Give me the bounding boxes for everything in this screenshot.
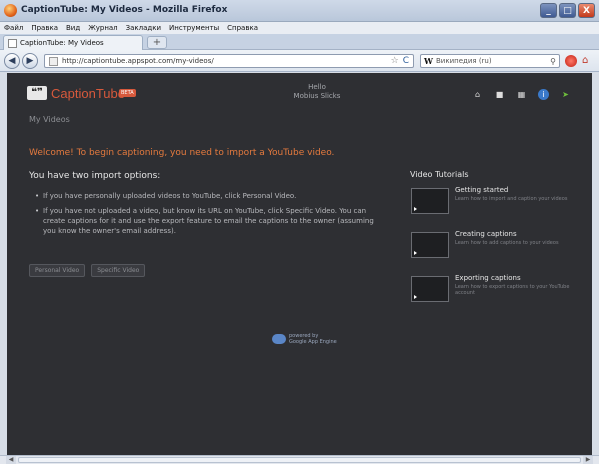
window-controls: _ □ X <box>540 3 595 18</box>
tab-my-videos[interactable]: CaptionTube: My Videos <box>3 35 143 50</box>
import-options-heading: You have two import options: <box>29 171 161 181</box>
menu-file[interactable]: Файл <box>4 24 23 32</box>
tutorial-thumbnail[interactable] <box>411 232 449 258</box>
logo-caption: Caption <box>51 86 96 101</box>
menu-bar: Файл Правка Вид Журнал Закладки Инструме… <box>0 22 599 34</box>
search-bar[interactable]: W Википедия (ru) ⚲ <box>420 54 560 68</box>
menu-bookmarks[interactable]: Закладки <box>126 24 161 32</box>
tutorial-title[interactable]: Getting started <box>455 186 508 194</box>
personal-video-button[interactable]: Personal Video <box>29 264 86 277</box>
tutorial-item[interactable]: Getting started Learn how to import and … <box>410 186 590 230</box>
minimize-button[interactable]: _ <box>540 3 557 18</box>
page-favicon-icon <box>8 38 17 48</box>
tutorial-thumbnail[interactable] <box>411 188 449 214</box>
tab-bar: CaptionTube: My Videos + <box>0 34 599 50</box>
url-bar[interactable]: http://captiontube.appspot.com/my-videos… <box>44 54 414 68</box>
tutorial-thumbnail[interactable] <box>411 276 449 302</box>
tutorial-item[interactable]: Exporting captions Learn how to export c… <box>410 274 590 318</box>
site-header: ❝❞ CaptionTube BETA Hello Mobius Slicks … <box>7 73 592 113</box>
reload-button[interactable]: C <box>403 56 409 66</box>
powered-by-brand: Google App Engine <box>289 339 337 345</box>
maximize-button[interactable]: □ <box>559 3 576 18</box>
list-item: If you have not uploaded a video, but kn… <box>35 206 385 236</box>
import-buttons: Personal Video Specific Video <box>29 264 146 277</box>
menu-history[interactable]: Журнал <box>88 24 117 32</box>
tutorial-description: Learn how to add captions to your videos <box>455 240 559 246</box>
menu-help[interactable]: Справка <box>227 24 258 32</box>
window-titlebar: CaptionTube: My Videos - Mozilla Firefox… <box>0 0 599 22</box>
import-options-list: If you have personally uploaded videos t… <box>35 191 385 241</box>
specific-video-button[interactable]: Specific Video <box>91 264 146 277</box>
search-engine-icon[interactable]: W <box>424 56 433 66</box>
back-button[interactable]: ◀ <box>4 53 20 69</box>
stop-icon[interactable]: ■ <box>494 89 505 100</box>
web-page: ❝❞ CaptionTube BETA Hello Mobius Slicks … <box>7 73 592 455</box>
scrollbar-thumb[interactable] <box>18 457 581 463</box>
signout-icon[interactable]: ➤ <box>560 89 571 100</box>
powered-by-badge[interactable]: powered by Google App Engine <box>272 333 337 345</box>
navigation-toolbar: ◀ ▶ http://captiontube.appspot.com/my-vi… <box>0 50 599 72</box>
scroll-left-icon[interactable]: ◀ <box>6 456 16 464</box>
beta-badge: BETA <box>119 89 136 97</box>
greeting-text: Hello <box>308 83 326 91</box>
tab-label: CaptionTube: My Videos <box>20 39 104 47</box>
window-title: CaptionTube: My Videos - Mozilla Firefox <box>21 5 228 15</box>
info-icon[interactable]: i <box>538 89 549 100</box>
search-icon[interactable]: ⚲ <box>550 57 556 66</box>
tutorial-description: Learn how to export captions to your You… <box>455 284 570 296</box>
url-text: http://captiontube.appspot.com/my-videos… <box>62 57 214 65</box>
home-icon[interactable]: ⌂ <box>472 89 483 100</box>
menu-tools[interactable]: Инструменты <box>169 24 219 32</box>
tutorials-heading: Video Tutorials <box>410 170 469 179</box>
list-item: If you have personally uploaded videos t… <box>35 191 385 201</box>
welcome-message: Welcome! To begin captioning, you need t… <box>29 148 335 158</box>
tutorial-title[interactable]: Creating captions <box>455 230 517 238</box>
tutorial-item[interactable]: Creating captions Learn how to add capti… <box>410 230 590 274</box>
addon-icon[interactable] <box>565 55 577 67</box>
delete-icon[interactable]: ▦ <box>516 89 527 100</box>
user-name: Mobius Slicks <box>293 92 341 100</box>
site-logo[interactable]: CaptionTube <box>51 86 125 101</box>
forward-button[interactable]: ▶ <box>22 53 38 69</box>
app-engine-icon <box>272 334 286 344</box>
user-greeting: Hello Mobius Slicks <box>267 83 367 101</box>
site-identity-icon <box>49 56 58 66</box>
scroll-right-icon[interactable]: ▶ <box>583 456 593 464</box>
search-input[interactable]: Википедия (ru) <box>436 57 492 65</box>
menu-edit[interactable]: Правка <box>31 24 58 32</box>
page-title: My Videos <box>29 115 70 124</box>
horizontal-scrollbar[interactable]: ◀ ▶ <box>0 455 599 464</box>
bookmark-star-icon[interactable]: ☆ <box>391 56 399 66</box>
tutorial-title[interactable]: Exporting captions <box>455 274 521 282</box>
menu-view[interactable]: Вид <box>66 24 80 32</box>
new-tab-button[interactable]: + <box>147 36 167 49</box>
firefox-icon <box>4 4 17 17</box>
tutorial-description: Learn how to import and caption your vid… <box>455 196 568 202</box>
powered-by-text: powered by Google App Engine <box>289 333 337 345</box>
home-icon[interactable]: ⌂ <box>582 55 594 67</box>
video-tutorials-panel: Video Tutorials Getting started Learn ho… <box>410 170 590 318</box>
logo-quote-icon[interactable]: ❝❞ <box>27 86 47 100</box>
close-button[interactable]: X <box>578 3 595 18</box>
